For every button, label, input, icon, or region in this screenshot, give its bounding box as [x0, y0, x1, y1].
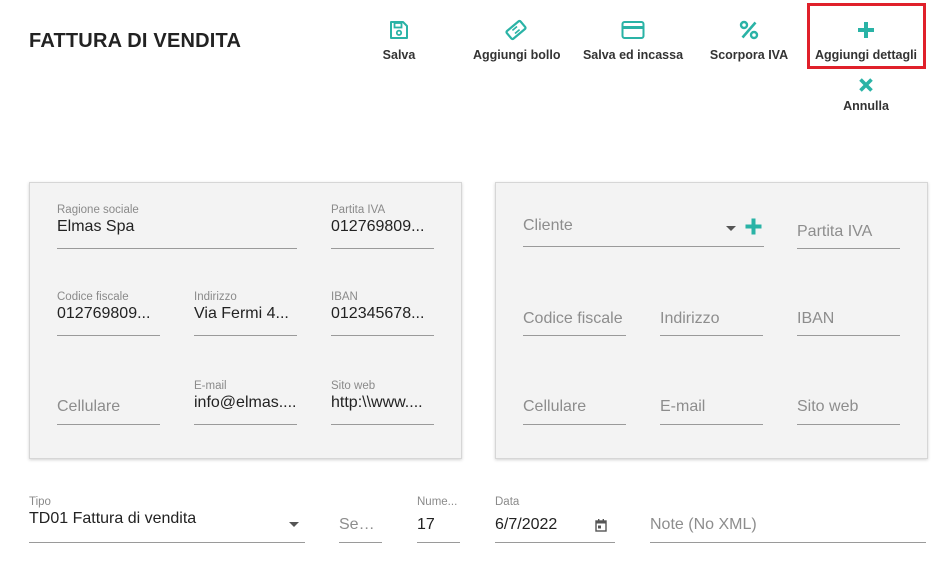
- seller-panel: Ragione sociale Elmas Spa Partita IVA 01…: [29, 182, 462, 459]
- iban-placeholder: IBAN: [797, 310, 835, 327]
- codice-fiscale-placeholder: Codice fiscale: [523, 310, 623, 327]
- chevron-down-icon: [289, 522, 299, 527]
- cliente-placeholder: Cliente: [523, 217, 573, 234]
- ragione-sociale-value: Elmas Spa: [57, 218, 135, 235]
- field-underline: [339, 542, 382, 543]
- partita-iva-label: Partita IVA: [331, 204, 386, 216]
- add-stamp-label: Aggiungi bollo: [473, 48, 561, 62]
- stamp-icon: [473, 18, 559, 42]
- field-underline: [57, 424, 160, 425]
- field-underline: [331, 335, 434, 336]
- numero-label: Nume...: [417, 496, 458, 508]
- cancel-button[interactable]: Annulla: [838, 76, 894, 113]
- email-label: E-mail: [194, 380, 227, 392]
- numero-value: 17: [417, 516, 435, 533]
- field-underline: [194, 335, 297, 336]
- field-underline: [495, 542, 615, 543]
- save-icon: [377, 18, 421, 42]
- percent-icon: [707, 18, 791, 42]
- indirizzo-label: Indirizzo: [194, 291, 237, 303]
- customer-sito-web-field[interactable]: Sito web: [797, 380, 900, 426]
- numero-field[interactable]: Nume... 17: [417, 496, 460, 544]
- calendar-icon[interactable]: [595, 519, 607, 537]
- customer-cellulare-field[interactable]: Cellulare: [523, 380, 626, 426]
- field-underline: [417, 542, 460, 543]
- remove-vat-button[interactable]: Scorpora IVA: [707, 18, 791, 62]
- save-and-collect-label: Salva ed incassa: [582, 48, 684, 62]
- field-underline: [660, 335, 763, 336]
- indirizzo-value: Via Fermi 4...: [194, 305, 289, 322]
- field-underline: [523, 246, 764, 247]
- data-label: Data: [495, 496, 520, 508]
- customer-codice-fiscale-field[interactable]: Codice fiscale: [523, 291, 626, 337]
- indirizzo-placeholder: Indirizzo: [660, 310, 720, 327]
- field-underline: [331, 424, 434, 425]
- cliente-select[interactable]: Cliente: [523, 208, 764, 248]
- remove-vat-label: Scorpora IVA: [709, 48, 789, 62]
- tipo-value: TD01 Fattura di vendita: [29, 510, 197, 527]
- partita-iva-value: 012769809...: [331, 218, 425, 235]
- customer-partita-iva-field[interactable]: Partita IVA: [797, 208, 900, 249]
- email-value: info@elmas....: [194, 394, 297, 411]
- iban-value: 012345678...: [331, 305, 425, 322]
- field-underline: [523, 335, 626, 336]
- add-details-button[interactable]: Aggiungi dettagli: [814, 18, 918, 62]
- page-title: FATTURA DI VENDITA: [29, 30, 242, 52]
- cellulare-placeholder: Cellulare: [523, 398, 587, 415]
- seller-sito-web-field[interactable]: Sito web http:\\www....: [331, 380, 434, 426]
- sito-web-label: Sito web: [331, 380, 376, 392]
- sito-web-value: http:\\www....: [331, 394, 423, 411]
- seller-iban-field[interactable]: IBAN 012345678...: [331, 291, 434, 337]
- seller-codice-fiscale-field[interactable]: Codice fiscale 012769809...: [57, 291, 160, 337]
- cancel-label: Annulla: [843, 99, 889, 113]
- iban-label: IBAN: [331, 291, 358, 303]
- data-field[interactable]: Data 6/7/2022: [495, 496, 615, 544]
- seller-email-field[interactable]: E-mail info@elmas....: [194, 380, 297, 426]
- tipo-select[interactable]: Tipo TD01 Fattura di vendita: [29, 496, 305, 544]
- field-underline: [797, 424, 900, 425]
- field-underline: [523, 424, 626, 425]
- seller-indirizzo-field[interactable]: Indirizzo Via Fermi 4...: [194, 291, 297, 337]
- close-icon: [838, 76, 894, 94]
- customer-email-field[interactable]: E-mail: [660, 380, 763, 426]
- field-underline: [660, 424, 763, 425]
- note-field[interactable]: Note (No XML): [650, 496, 926, 544]
- customer-panel: Cliente Partita IVA Codice fiscale Indir…: [495, 182, 928, 459]
- sezionale-field[interactable]: Sezi...: [339, 496, 382, 544]
- credit-card-icon: [581, 18, 685, 42]
- codice-fiscale-label: Codice fiscale: [57, 291, 129, 303]
- add-stamp-button[interactable]: Aggiungi bollo: [473, 18, 561, 62]
- customer-iban-field[interactable]: IBAN: [797, 291, 900, 337]
- save-label: Salva: [382, 48, 416, 62]
- field-underline: [57, 248, 297, 249]
- chevron-down-icon: [726, 226, 736, 231]
- field-underline: [57, 335, 160, 336]
- seller-cellulare-field[interactable]: Cellulare: [57, 380, 160, 426]
- field-underline: [797, 335, 900, 336]
- field-underline: [650, 542, 926, 543]
- cellulare-placeholder: Cellulare: [57, 398, 121, 415]
- customer-indirizzo-field[interactable]: Indirizzo: [660, 291, 763, 337]
- sito-web-placeholder: Sito web: [797, 398, 859, 415]
- tipo-label: Tipo: [29, 496, 51, 508]
- data-value: 6/7/2022: [495, 516, 558, 533]
- codice-fiscale-value: 012769809...: [57, 305, 151, 322]
- save-and-collect-button[interactable]: Salva ed incassa: [581, 18, 685, 62]
- field-underline: [29, 542, 305, 543]
- save-button[interactable]: Salva: [377, 18, 421, 62]
- ragione-sociale-field[interactable]: Ragione sociale Elmas Spa: [57, 204, 297, 250]
- add-client-plus-icon[interactable]: [745, 218, 762, 240]
- partita-iva-placeholder: Partita IVA: [797, 223, 873, 240]
- email-placeholder: E-mail: [660, 398, 706, 415]
- add-details-label: Aggiungi dettagli: [814, 48, 918, 62]
- plus-icon: [814, 18, 918, 42]
- note-placeholder: Note (No XML): [650, 516, 757, 533]
- field-underline: [797, 248, 900, 249]
- seller-partita-iva-field[interactable]: Partita IVA 012769809...: [331, 204, 434, 250]
- ragione-sociale-label: Ragione sociale: [57, 204, 139, 216]
- field-underline: [331, 248, 434, 249]
- field-underline: [194, 424, 297, 425]
- sezionale-placeholder: Sezi...: [339, 516, 382, 533]
